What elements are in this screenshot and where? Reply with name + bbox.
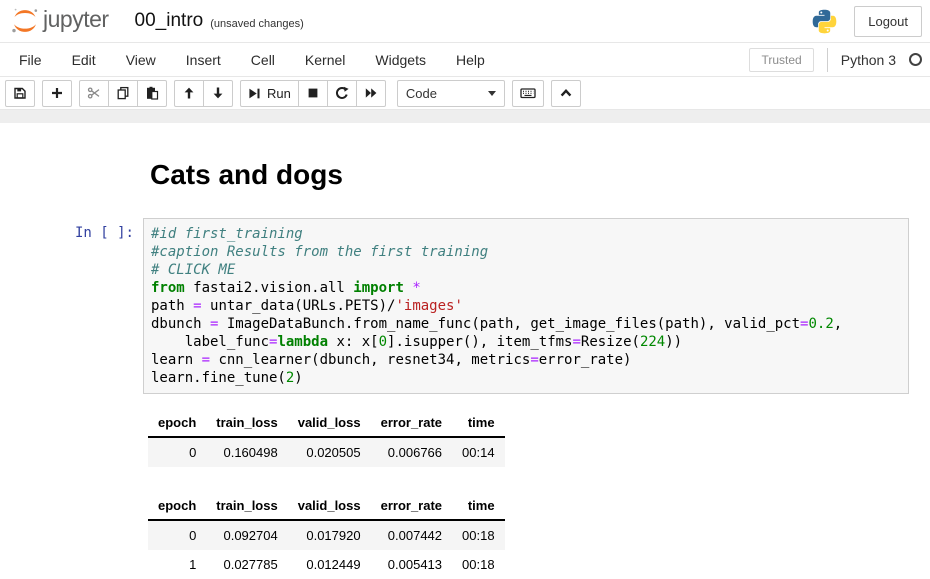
step-forward-icon [248,87,261,100]
collapse-toolbar-button[interactable] [551,80,581,107]
table-header-cell: time [452,492,505,520]
table-cell: 0.160498 [206,437,287,467]
trusted-badge[interactable]: Trusted [749,48,813,72]
table-cell: 0.020505 [288,437,371,467]
table-header-cell: epoch [148,492,206,520]
save-button[interactable] [5,80,35,107]
caret-down-icon [488,91,496,96]
table-cell: 0.017920 [288,520,371,550]
keyboard-icon [520,86,536,100]
code-line: # CLICK ME [151,261,901,279]
table-cell: 00:18 [452,550,505,579]
menu-item-cell[interactable]: Cell [236,44,290,76]
table-row: 10.0277850.0124490.00541300:18 [148,550,505,579]
cell-output-area: epochtrain_lossvalid_losserror_ratetime0… [148,409,930,579]
table-header-cell: valid_loss [288,409,371,437]
run-button-label: Run [267,86,291,101]
paste-button[interactable] [137,80,167,107]
menu-item-kernel[interactable]: Kernel [290,44,360,76]
table-cell: 0.006766 [371,437,452,467]
table-cell: 00:14 [452,437,505,467]
kernel-idle-indicator-icon [909,53,922,66]
code-line: label_func=lambda x: x[0].isupper(), ite… [151,333,901,351]
table-header-cell: error_rate [371,409,452,437]
refresh-icon [335,86,349,100]
table-cell: 0 [148,520,206,550]
menu-item-edit[interactable]: Edit [57,44,111,76]
logo-text: jupyter [43,6,109,33]
table-header-cell: train_loss [206,492,287,520]
input-prompt: In [ ]: [0,218,143,241]
table-cell: 1 [148,550,206,579]
arrow-up-icon [182,86,196,100]
jupyter-logo-icon [10,6,40,36]
code-editor[interactable]: #id first_training#caption Results from … [143,218,909,394]
table-row: 00.1604980.0205050.00676600:14 [148,437,505,467]
menu-bar: FileEditViewInsertCellKernelWidgetsHelp … [0,42,930,77]
paste-icon [145,86,159,100]
cut-button[interactable] [79,80,109,107]
table-cell: 0.027785 [206,550,287,579]
fast-forward-icon [364,86,378,100]
stop-icon [306,86,320,100]
interrupt-kernel-button[interactable] [298,80,328,107]
move-cell-down-button[interactable] [203,80,233,107]
code-line: #id first_training [151,225,901,243]
restart-run-all-button[interactable] [356,80,386,107]
training-table-2: epochtrain_lossvalid_losserror_ratetime0… [148,492,930,579]
plus-icon [50,86,64,100]
copy-icon [116,86,130,100]
table-cell: 00:18 [452,520,505,550]
table-row: 00.0927040.0179200.00744200:18 [148,520,505,550]
code-line: learn = cnn_learner(dbunch, resnet34, me… [151,351,901,369]
menu-items: FileEditViewInsertCellKernelWidgetsHelp [4,44,500,76]
notebook-title[interactable]: 00_intro [135,10,204,32]
move-cell-up-button[interactable] [174,80,204,107]
table-cell: 0 [148,437,206,467]
code-line: dbunch = ImageDataBunch.from_name_func(p… [151,315,901,333]
run-button[interactable]: Run [240,80,299,107]
restart-kernel-button[interactable] [327,80,357,107]
menu-item-view[interactable]: View [111,44,171,76]
menu-divider [827,48,828,72]
insert-cell-button[interactable] [42,80,72,107]
menu-item-help[interactable]: Help [441,44,500,76]
page-background-band [0,109,930,123]
toolbar: Run Code [0,77,930,109]
table-cell: 0.012449 [288,550,371,579]
markdown-heading: Cats and dogs [150,159,930,191]
code-line: path = untar_data(URLs.PETS)/'images' [151,297,901,315]
table-header-cell: error_rate [371,492,452,520]
jupyter-logo[interactable]: jupyter [10,6,109,36]
menu-item-widgets[interactable]: Widgets [360,44,441,76]
code-line: #caption Results from the first training [151,243,901,261]
logout-button[interactable]: Logout [854,6,922,37]
command-palette-button[interactable] [512,80,544,107]
code-line: learn.fine_tune(2) [151,369,901,387]
code-line: from fastai2.vision.all import * [151,279,901,297]
table-header-cell: epoch [148,409,206,437]
arrow-down-icon [211,86,225,100]
table-header-cell: train_loss [206,409,287,437]
menu-item-insert[interactable]: Insert [171,44,236,76]
kernel-name: Python 3 [841,52,896,68]
chevron-up-icon [559,86,573,100]
table-header-cell: valid_loss [288,492,371,520]
code-cell: In [ ]: #id first_training#caption Resul… [0,218,930,394]
table-cell: 0.092704 [206,520,287,550]
training-table-1: epochtrain_lossvalid_losserror_ratetime0… [148,409,930,467]
notebook-container: Cats and dogs In [ ]: #id first_training… [0,123,930,579]
copy-button[interactable] [108,80,138,107]
table-header-cell: time [452,409,505,437]
cell-type-select[interactable]: Code [397,80,505,107]
header-bar: jupyter 00_intro (unsaved changes) Logou… [0,0,930,42]
python-logo-icon [811,8,838,35]
scissors-icon [87,86,101,100]
table-cell: 0.007442 [371,520,452,550]
cell-type-value: Code [406,86,437,101]
checkpoint-status: (unsaved changes) [210,13,304,30]
floppy-icon [13,86,27,100]
menu-item-file[interactable]: File [4,44,57,76]
table-cell: 0.005413 [371,550,452,579]
